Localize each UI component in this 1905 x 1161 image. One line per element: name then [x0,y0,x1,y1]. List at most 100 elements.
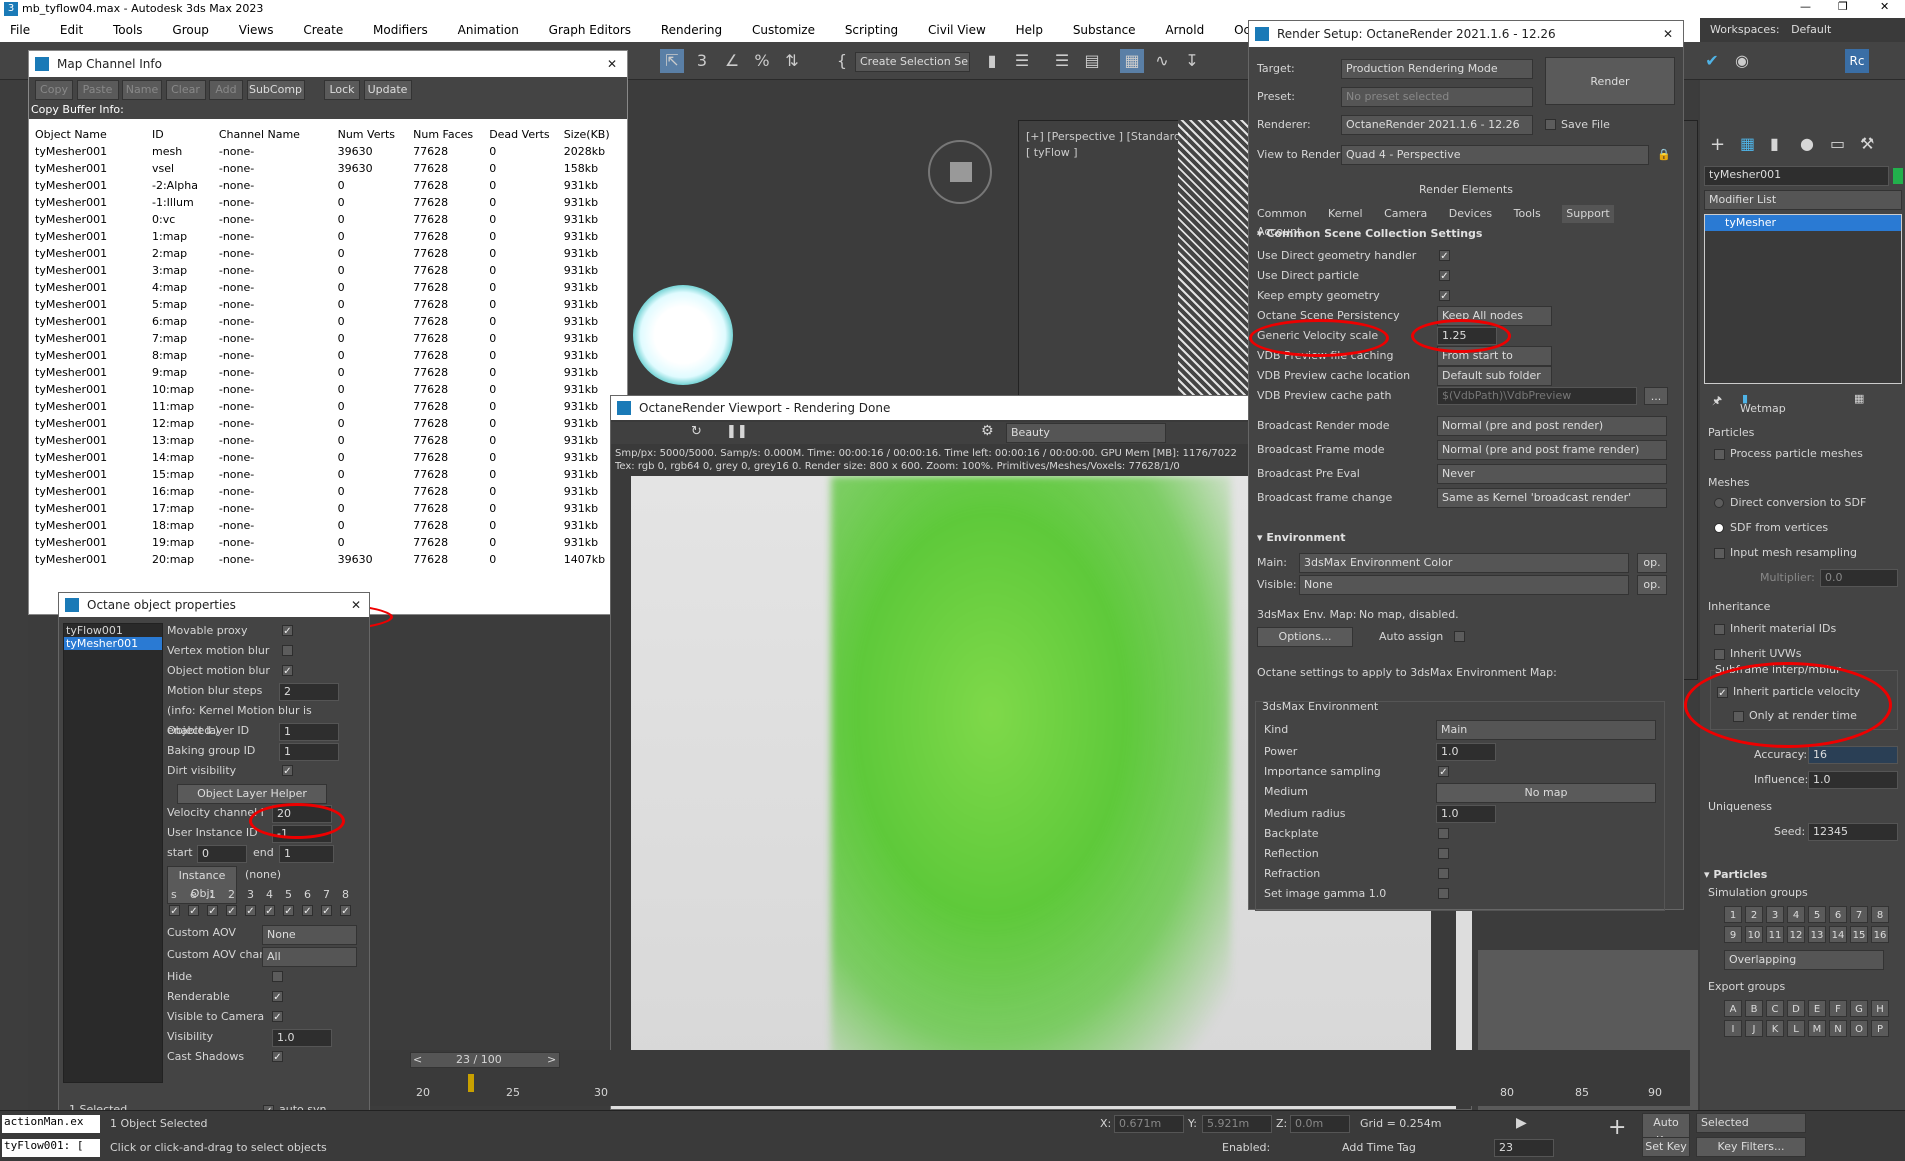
octane-obj-close-icon[interactable]: ✕ [351,593,361,617]
cast-shadows-checkbox[interactable]: ✓ [272,1051,283,1063]
bc-render-dropdown[interactable]: Normal (pre and post render) [1437,416,1667,436]
menu-views[interactable]: Views [239,23,274,37]
column-header[interactable]: Object Name [31,126,148,143]
vdb-loc-dropdown[interactable]: Default sub folder [1437,366,1552,386]
lock-button[interactable]: Lock [324,80,360,100]
column-header[interactable]: ID [148,126,215,143]
environment-header[interactable]: ▾ Environment [1257,531,1345,544]
group-toggle-button[interactable]: P [1871,1020,1889,1037]
curve-editor-icon[interactable]: ∿ [1150,49,1174,73]
restart-icon[interactable]: ↻ [691,424,702,439]
menu-file[interactable]: File [10,23,30,37]
group-toggle-button[interactable]: J [1745,1020,1763,1037]
object-item-tyflow[interactable]: tyFlow001 [64,624,162,637]
menu-tools[interactable]: Tools [113,23,143,37]
menu-rendering[interactable]: Rendering [661,23,722,37]
main-env-dropdown[interactable]: 3dsMax Environment Color [1299,553,1629,573]
tab-common[interactable]: Common [1257,205,1307,223]
tab-camera[interactable]: Camera [1384,205,1427,223]
menu-scripting[interactable]: Scripting [845,23,898,37]
maxscript-listener-1[interactable]: actionMan.ex [2,1115,100,1133]
menu-create[interactable]: Create [303,23,343,37]
vdb-path-browse-button[interactable]: ... [1644,387,1668,405]
modifier-stack-item[interactable]: tyMesher [1705,215,1901,231]
object-motion-blur-checkbox[interactable]: ✓ [282,665,293,677]
pause-icon[interactable]: ❚❚ [726,424,748,439]
input-resampling-checkbox[interactable] [1714,548,1725,559]
render-setup-titlebar[interactable]: Render Setup: OctaneRender 2021.1.6 - 12… [1249,21,1683,47]
custom-aov-chan-dropdown[interactable]: All [262,947,357,967]
particles-rollout-header[interactable]: ▾ Particles [1704,868,1767,881]
preset-dropdown[interactable]: No preset selected [1341,87,1533,107]
object-layer-id-spinner[interactable]: 1 [279,723,339,741]
column-header[interactable]: Num Verts [334,126,410,143]
object-list[interactable]: tyFlow001 tyMesher001 [63,623,163,1083]
display-tab-icon[interactable]: ▭ [1830,134,1845,153]
table-row[interactable]: tyMesher001 -2:Alpha -none- 0 77628 0 931kb [31,177,625,194]
group-toggle-button[interactable]: 10 [1745,926,1763,943]
map-channel-close-icon[interactable]: ✕ [607,51,617,77]
object-item-tymesher[interactable]: tyMesher001 [64,637,162,650]
medium-map-button[interactable]: No map [1436,783,1656,803]
table-row[interactable]: tyMesher001 19:map -none- 0 77628 0 931kb [31,534,625,551]
group-toggle-button[interactable]: E [1808,1000,1826,1017]
start-spinner[interactable]: 0 [197,845,247,863]
dirt-visibility-checkbox[interactable]: ✓ [282,765,293,777]
baking-group-id-spinner[interactable]: 1 [279,743,339,761]
table-row[interactable]: tyMesher001 0:vc -none- 0 77628 0 931kb [31,211,625,228]
group-toggle-button[interactable]: 12 [1787,926,1805,943]
group-toggle-button[interactable]: 7 [1850,906,1868,923]
view-to-render-dropdown[interactable]: Quad 4 - Perspective [1341,145,1649,165]
table-row[interactable]: tyMesher001 9:map -none- 0 77628 0 931kb [31,364,625,381]
group-toggle-button[interactable]: N [1829,1020,1847,1037]
scene-explorer-icon[interactable]: ▤ [1080,49,1104,73]
ribbon-icon[interactable]: ▦ [1120,49,1144,73]
table-row[interactable]: tyMesher001 8:map -none- 0 77628 0 931kb [31,347,625,364]
group-toggle-button[interactable]: 13 [1808,926,1826,943]
align-icon[interactable]: ☰ [1010,49,1034,73]
table-row[interactable]: tyMesher001 5:map -none- 0 77628 0 931kb [31,296,625,313]
name-button[interactable]: Name [122,80,162,100]
group-toggle-button[interactable]: F [1829,1000,1847,1017]
column-header[interactable]: Dead Verts [485,126,560,143]
table-row[interactable]: tyMesher001 20:map -none- 39630 77628 0 1407kb [31,551,625,568]
time-slider[interactable]: < 23 / 100 > [410,1052,560,1068]
set-key-button[interactable]: Set Key [1642,1137,1690,1157]
table-row[interactable]: tyMesher001 13:map -none- 0 77628 0 931kb [31,432,625,449]
channel-checkbox[interactable]: ✓ [321,905,332,917]
group-toggle-button[interactable]: 6 [1829,906,1847,923]
table-row[interactable]: tyMesher001 14:map -none- 0 77628 0 931kb [31,449,625,466]
viewcube[interactable] [928,140,992,204]
table-row[interactable]: tyMesher001 -1:Illum -none- 0 77628 0 931kb [31,194,625,211]
table-row[interactable]: tyMesher001 11:map -none- 0 77628 0 931kb [31,398,625,415]
key-filters-button[interactable]: Key Filters... [1696,1137,1806,1157]
refraction-checkbox[interactable] [1438,868,1449,879]
overlapping-dropdown[interactable]: Overlapping [1724,950,1884,970]
target-dropdown[interactable]: Production Rendering Mode [1341,59,1533,79]
paste-button[interactable]: Paste [76,80,119,100]
renderable-checkbox[interactable]: ✓ [272,991,283,1003]
update-button[interactable]: Update [363,80,412,100]
group-toggle-button[interactable]: M [1808,1020,1826,1037]
hierarchy-tab-icon[interactable]: ▮ [1770,134,1779,153]
map-channel-list[interactable]: Object Name ID Channel Name Num Verts Num Fa… [31,126,625,611]
visibility-spinner[interactable]: 1.0 [272,1029,332,1047]
motion-tab-icon[interactable]: ● [1800,134,1814,153]
key-selected-dropdown[interactable]: Selected [1696,1113,1806,1133]
render-setup-icon[interactable]: ◉ [1730,49,1754,73]
rc-icon[interactable]: Rc [1845,49,1869,73]
group-toggle-button[interactable]: 1 [1724,906,1742,923]
accuracy-spinner[interactable]: 16 [1808,746,1898,764]
menu-customize[interactable]: Customize [752,23,815,37]
table-row[interactable]: tyMesher001 7:map -none- 0 77628 0 931kb [31,330,625,347]
group-toggle-button[interactable]: 14 [1829,926,1847,943]
set-key-mode-icon[interactable]: + [1608,1115,1626,1140]
table-row[interactable]: tyMesher001 3:map -none- 0 77628 0 931kb [31,262,625,279]
perspective-label[interactable]: [+] [Perspective ] [Standard ] [1026,130,1189,143]
object-color-swatch[interactable] [1893,168,1903,184]
table-row[interactable]: tyMesher001 2:map -none- 0 77628 0 931kb [31,245,625,262]
group-toggle-button[interactable]: 4 [1787,906,1805,923]
workspaces-dropdown[interactable]: Default [1791,23,1831,36]
timeline[interactable]: < 23 / 100 > 20 25 30 80 85 90 [370,1050,1690,1106]
direct-sdf-radio[interactable] [1714,498,1724,508]
